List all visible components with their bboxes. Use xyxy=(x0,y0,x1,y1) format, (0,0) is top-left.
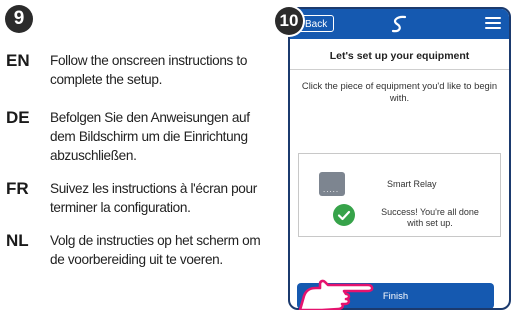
instruction-en: EN Follow the onscreen instructions to c… xyxy=(6,51,266,89)
language-code: FR xyxy=(6,179,29,198)
instruction-fr: FR Suivez les instructions à l'écran pou… xyxy=(6,179,266,217)
equipment-card[interactable]: ..... Smart Relay Success! You're all do… xyxy=(298,153,501,237)
page-title: Let's set up your equipment xyxy=(329,50,470,62)
language-code: NL xyxy=(6,231,29,250)
menu-icon[interactable] xyxy=(485,17,501,30)
instruction-text: Befolgen Sie den Anweisungen auf dem Bil… xyxy=(50,110,250,163)
phone-screen: Back Let's set up your equipment Click t… xyxy=(288,7,511,310)
brand-logo xyxy=(391,15,407,33)
language-code: DE xyxy=(6,108,30,127)
instruction-text: Volg de instructies op het scherm om de … xyxy=(50,233,261,267)
success-message: Success! You're all done with set up. xyxy=(381,207,479,228)
back-button[interactable]: Back xyxy=(298,15,335,32)
instruction-text: Follow the onscreen instructions to comp… xyxy=(50,53,248,87)
app-header: Back xyxy=(290,9,509,39)
instruction-text: Suivez les instructions à l'écran pour t… xyxy=(50,181,257,215)
device-name: Smart Relay xyxy=(387,179,437,189)
step-number-badge: 9 xyxy=(5,5,33,33)
smart-relay-icon: ..... xyxy=(319,172,345,196)
page-subtitle: Click the piece of equipment you'd like … xyxy=(301,80,498,103)
step-number-badge: 10 xyxy=(275,7,303,35)
divider xyxy=(290,69,509,70)
hand-pointer-icon xyxy=(298,279,374,310)
instruction-de: DE Befolgen Sie den Anweisungen auf dem … xyxy=(6,108,266,165)
language-code: EN xyxy=(6,51,30,70)
instruction-nl: NL Volg de instructies op het scherm om … xyxy=(6,231,266,269)
checkmark-icon xyxy=(333,204,355,226)
